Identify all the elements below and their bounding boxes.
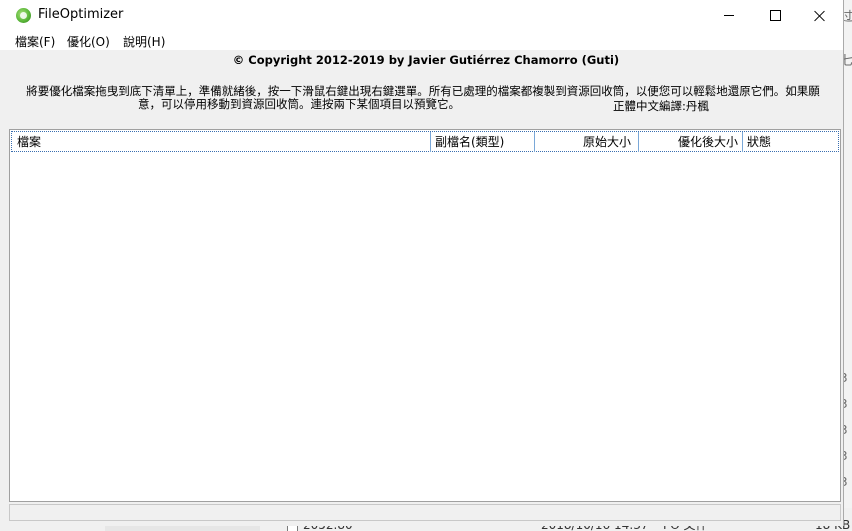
maximize-button[interactable] [752, 0, 798, 31]
copyright-notice: © Copyright 2012-2019 by Javier Gutiérre… [232, 53, 620, 67]
minimize-icon [724, 15, 734, 16]
title-bar[interactable]: FileOptimizer [0, 0, 843, 31]
column-header-status[interactable]: 狀態 [747, 134, 771, 151]
list-header: 檔案 副檔名(類型) 原始大小 優化後大小 狀態 [11, 131, 839, 152]
column-header-extension[interactable]: 副檔名(類型) [435, 134, 504, 151]
column-header-file[interactable]: 檔案 [17, 134, 41, 151]
menu-bar: 檔案(F) 優化(O) 說明(H) [0, 31, 843, 50]
maximize-icon [769, 10, 781, 21]
app-window: FileOptimizer 檔案(F) 優化(O) 說明(H) © Copyri… [0, 0, 844, 526]
menu-file[interactable]: 檔案(F) [15, 33, 55, 50]
translator-credit: 正體中文編譯:丹楓 [613, 99, 709, 113]
minimize-button[interactable] [706, 0, 752, 31]
instructions-text: 將要優化檔案拖曳到底下清單上，準備就緒後，按一下滑鼠右鍵出現右鍵選單。所有已處理… [8, 85, 838, 111]
instructions-line: 意，可以停用移動到資源回收筒。連按兩下某個項目以預覽它。 [138, 98, 460, 111]
close-icon [814, 10, 826, 22]
window-title: FileOptimizer [38, 7, 124, 22]
column-header-original-size[interactable]: 原始大小 [535, 134, 631, 151]
column-header-optimized-size[interactable]: 優化後大小 [639, 134, 738, 151]
instructions-line: 將要優化檔案拖曳到底下清單上，準備就緒後，按一下滑鼠右鍵出現右鍵選單。所有已處理… [26, 85, 820, 98]
main-panel: © Copyright 2012-2019 by Javier Gutiérre… [0, 50, 843, 526]
app-logo-icon [16, 8, 31, 23]
close-button[interactable] [797, 0, 843, 31]
menu-optimize[interactable]: 優化(O) [67, 33, 110, 50]
column-divider[interactable] [430, 132, 431, 152]
status-bar [9, 504, 841, 521]
file-list[interactable]: 檔案 副檔名(類型) 原始大小 優化後大小 狀態 [9, 129, 841, 502]
menu-help[interactable]: 說明(H) [123, 33, 165, 50]
screen: 过 七 3 3 3 3 3 2052.80 2018/10/16 14:37 P… [0, 0, 852, 531]
column-divider[interactable] [742, 132, 743, 152]
